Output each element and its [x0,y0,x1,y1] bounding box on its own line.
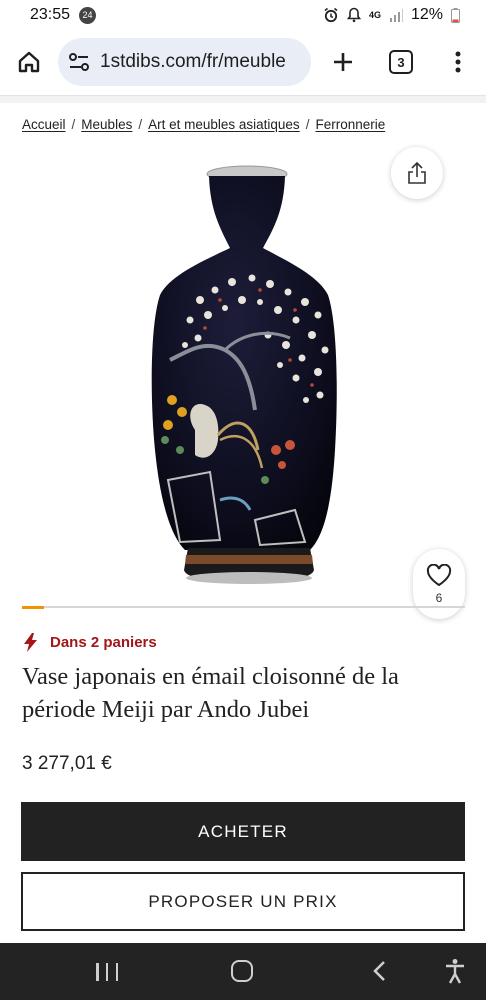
home-icon [18,51,40,73]
vase-illustration [151,165,337,584]
favorites-count: 6 [435,590,443,605]
share-icon [408,161,426,184]
network-type: 4G [368,9,381,20]
breadcrumb-separator: / [71,117,76,132]
home-button[interactable] [14,47,44,77]
breadcrumb-link-ferronnerie[interactable]: Ferronnerie [315,117,385,132]
notification-count-badge: 24 [79,6,97,24]
product-image[interactable] [20,150,466,600]
tab-switcher-button[interactable]: 3 [389,50,413,74]
favorite-button[interactable]: 6 [413,549,465,619]
toolbar-divider [0,95,486,103]
product-title: Vase japonais en émail cloisonné de la p… [22,663,399,723]
status-bar: 23:55 24 4G 12% [0,0,486,30]
recent-apps-button[interactable] [96,963,118,981]
breadcrumb-link-meubles[interactable]: Meubles [81,117,132,132]
alarm-icon [324,7,338,23]
url-text[interactable]: 1stdibs.com/fr/meuble [100,51,311,73]
browser-toolbar: 1stdibs.com/fr/meuble 3 [0,30,486,94]
breadcrumb-link-asian-art[interactable]: Art et meubles asiatiques [148,117,300,132]
signal-icon [389,9,403,22]
plus-icon [334,53,352,71]
make-offer-button[interactable]: PROPOSER UN PRIX [21,872,465,931]
accessibility-icon[interactable] [443,958,467,984]
breadcrumb: Accueil / Meubles / Art et meubles asiat… [22,117,472,132]
status-time: 23:55 [30,6,71,23]
basket-notice: Dans 2 paniers [24,633,157,652]
site-settings-button[interactable] [66,49,92,75]
status-icons: 4G 12% [323,6,460,24]
carousel-progress-track [22,605,465,609]
address-bar[interactable]: 1stdibs.com/fr/meuble [58,38,311,86]
breadcrumb-separator: / [305,117,310,132]
system-home-button[interactable] [231,960,253,982]
silent-mode-icon [346,7,361,23]
more-vert-icon [455,51,461,73]
new-tab-button[interactable] [328,47,358,77]
breadcrumb-link-accueil[interactable]: Accueil [22,117,66,132]
system-navigation-bar [0,943,486,1000]
basket-notice-text: Dans 2 paniers [50,634,157,651]
heart-icon [426,563,452,586]
product-price: 3 277,01 € [22,753,112,774]
share-button[interactable] [391,147,443,199]
tune-icon [69,53,89,71]
carousel-progress-fill [22,605,45,609]
browser-menu-button[interactable] [446,47,470,77]
back-icon[interactable] [370,960,390,982]
lightning-icon [24,633,37,652]
battery-icon [451,7,460,23]
breadcrumb-separator: / [138,117,143,132]
buy-button[interactable]: ACHETER [21,802,465,861]
battery-percent: 12% [410,6,443,23]
